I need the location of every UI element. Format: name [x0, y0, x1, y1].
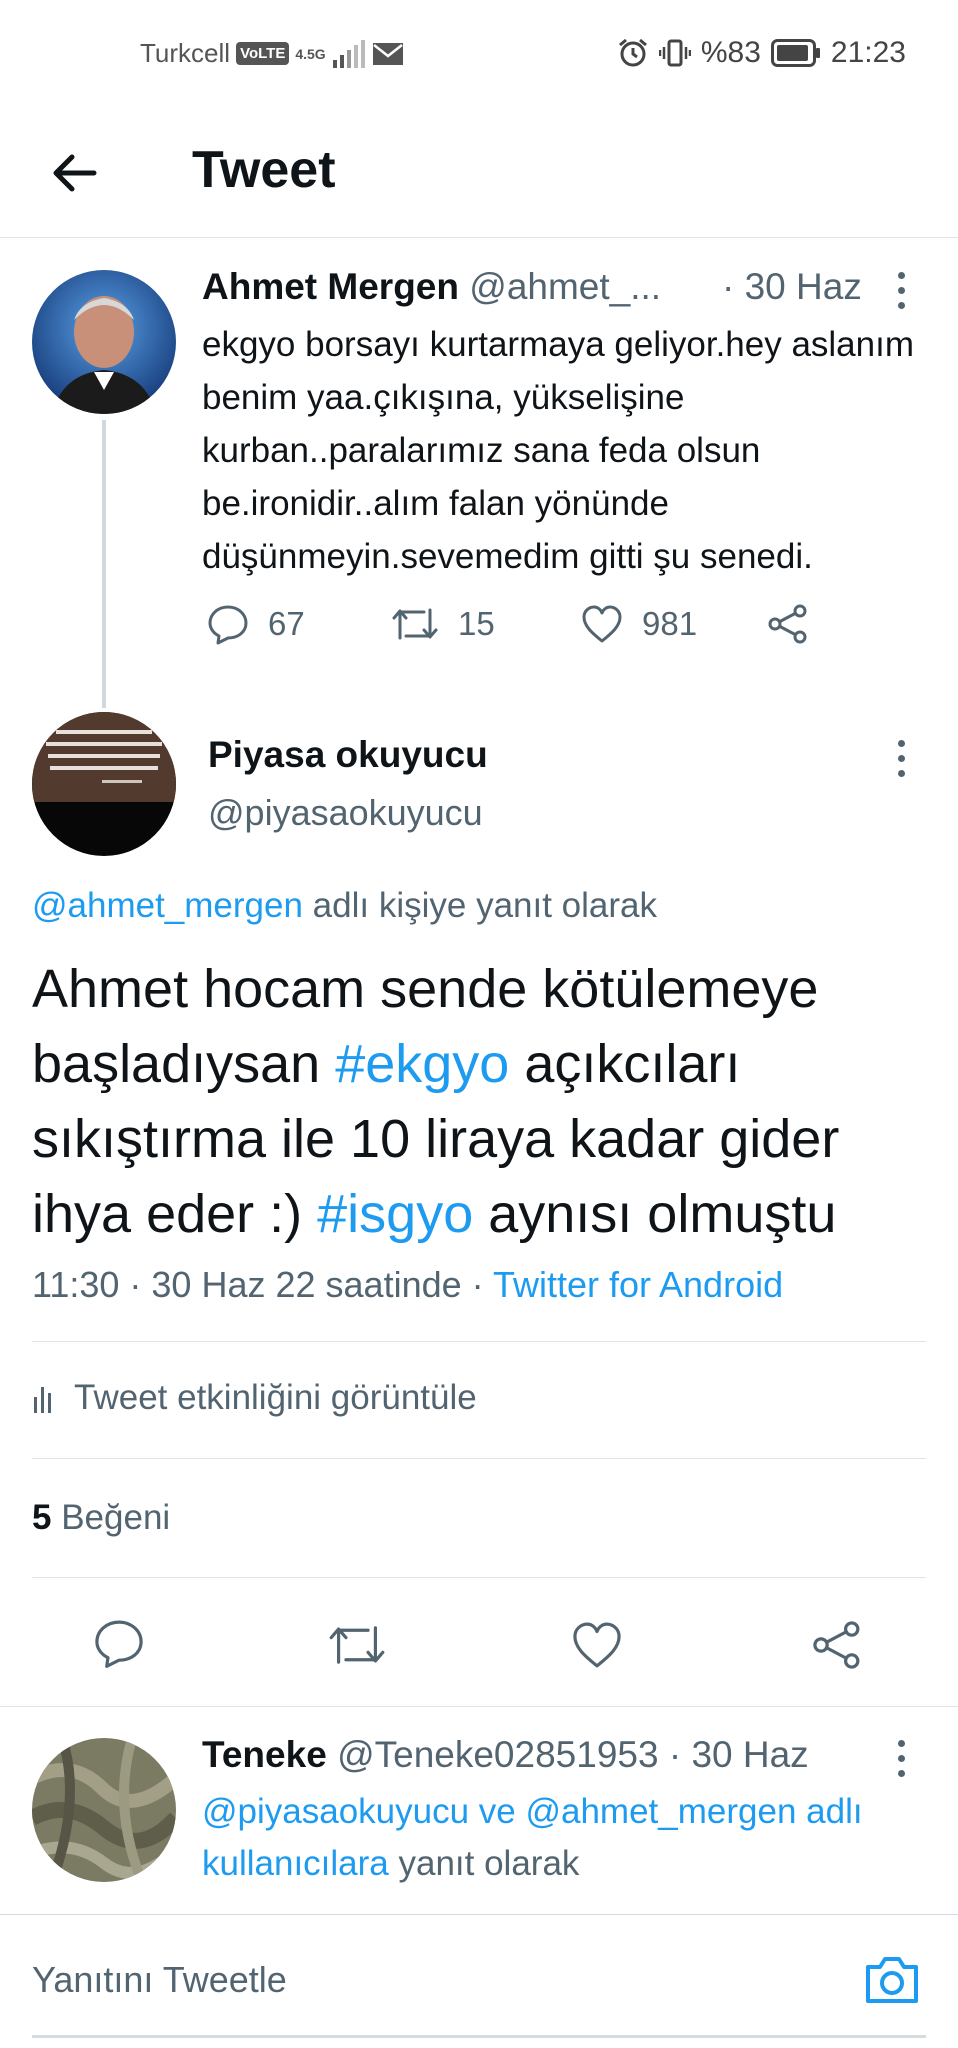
like-count: 981 [642, 605, 698, 642]
battery-icon [770, 39, 820, 67]
status-bar: Turkcell VoLTE 4.5G %83 21:23 [0, 0, 958, 110]
divider [32, 1341, 926, 1342]
more-options-icon[interactable] [898, 272, 908, 317]
share-icon [768, 604, 807, 644]
avatar-image [32, 270, 176, 414]
camera-icon[interactable] [862, 1951, 922, 2007]
analytics-icon [34, 1387, 51, 1413]
author-name[interactable]: Teneke [202, 1734, 327, 1775]
divider [32, 1577, 926, 1578]
activity-label: Tweet etkinliğini görüntüle [74, 1378, 477, 1417]
share-icon[interactable] [810, 1618, 864, 1672]
more-options-icon[interactable] [898, 740, 908, 785]
reply-compose-bar: Yanıtını Tweetle [0, 1914, 958, 2048]
tweet-date: · 30 Haz [668, 1734, 809, 1775]
reply-to-mention[interactable]: @ahmet_mergen [32, 886, 303, 925]
volte-badge: VoLTE [236, 42, 290, 65]
retweet-button[interactable]: 15 [390, 602, 495, 646]
clock: 21:23 [830, 36, 906, 69]
carrier-name: Turkcell [140, 38, 231, 68]
likes-summary[interactable]: 5 Beğeni [32, 1498, 170, 1538]
hashtag-link[interactable]: #isgyo [317, 1184, 473, 1244]
signal-icon [332, 39, 365, 68]
reply-context: @piyasaokuyucu ve @ahmet_mergen adlı kul… [202, 1786, 942, 1890]
retweet-icon [392, 608, 438, 640]
author-handle[interactable]: @piyasaokuyucu [208, 792, 483, 834]
reply-context: @ahmet_mergen adlı kişiye yanıt olarak [32, 886, 657, 926]
reply-button[interactable]: 67 [206, 602, 305, 646]
thread-connector-line [102, 420, 106, 708]
mail-icon [372, 42, 403, 65]
retweet-icon[interactable] [326, 1618, 388, 1672]
page-title: Tweet [192, 141, 336, 199]
tweet-actions: 67 15 981 [202, 602, 842, 658]
status-right: %83 21:23 [617, 36, 906, 70]
tweet-date: · 30 Haz [722, 266, 862, 307]
vibrate-icon [658, 39, 691, 67]
bottom-divider [32, 2035, 926, 2038]
status-left: Turkcell VoLTE 4.5G [140, 38, 404, 69]
likes-total: 5 [32, 1498, 52, 1537]
tweet-activity-link[interactable]: Tweet etkinliğini görüntüle [32, 1378, 477, 1418]
tweet-text: Ahmet hocam sende kötülemeye başladıysan… [32, 952, 932, 1252]
tweet-header: Ahmet Mergen @ahmet_... [202, 266, 661, 308]
top-app-bar: Tweet [0, 110, 958, 238]
source-link[interactable]: Twitter for Android [493, 1264, 783, 1305]
tweet-header: Teneke @Teneke02851953 · 30 Haz [202, 1734, 809, 1776]
heart-icon [582, 605, 622, 643]
hashtag-link[interactable]: #ekgyo [335, 1034, 509, 1094]
author-handle[interactable]: @ahmet_... [469, 266, 661, 307]
battery-percent: %83 [700, 36, 761, 69]
author-name[interactable]: Ahmet Mergen [202, 266, 459, 307]
avatar[interactable] [32, 712, 176, 856]
heart-icon[interactable] [570, 1618, 624, 1672]
tweet-text: ekgyo borsayı kurtarmaya geliyor.hey asl… [202, 325, 914, 576]
avatar-image [32, 712, 176, 856]
reply-context-suffix: yanıt olarak [388, 1844, 580, 1883]
more-options-icon[interactable] [898, 1740, 908, 1785]
time-date: 11:30 · 30 Haz 22 saatinde · [32, 1264, 484, 1305]
avatar[interactable] [32, 270, 176, 414]
reply-input[interactable]: Yanıtını Tweetle [32, 1959, 287, 2001]
divider [32, 1458, 926, 1459]
avatar[interactable] [32, 1738, 176, 1882]
main-tweet-actions [0, 1610, 958, 1680]
author-name[interactable]: Piyasa okuyucu [208, 734, 488, 776]
share-button[interactable] [766, 602, 810, 646]
reply-icon [208, 605, 248, 645]
reply-icon[interactable] [92, 1616, 146, 1670]
reply-context-suffix: adlı kişiye yanıt olarak [302, 886, 658, 925]
tweet-timestamp: 11:30 · 30 Haz 22 saatinde · Twitter for… [32, 1264, 783, 1306]
alarm-icon [618, 38, 647, 67]
network-type: 4.5G [295, 45, 326, 62]
avatar-image [32, 1738, 176, 1882]
tweet-text-part: aynısı olmuştu [473, 1184, 837, 1244]
likes-label: Beğeni [61, 1498, 171, 1537]
reply-count: 67 [268, 605, 305, 642]
retweet-count: 15 [458, 605, 495, 642]
back-arrow-icon[interactable] [48, 146, 102, 200]
author-handle[interactable]: @Teneke02851953 [337, 1734, 659, 1775]
like-button[interactable]: 981 [580, 602, 697, 646]
divider [0, 1706, 958, 1707]
